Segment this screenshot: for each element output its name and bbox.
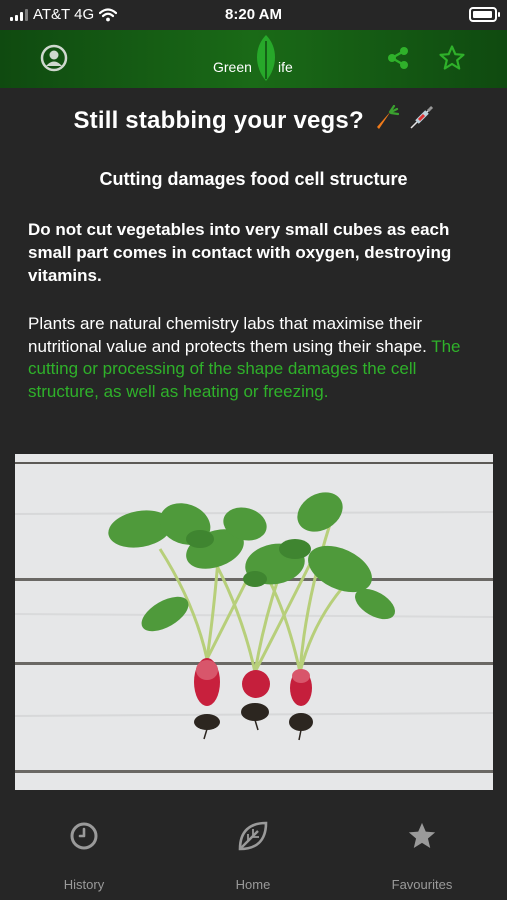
key-advice-paragraph: Do not cut vegetables into very small cu… [28,220,452,285]
user-icon [40,44,68,72]
star-outline-icon [439,45,465,70]
tab-home-label: Home [235,877,271,892]
carrot-emoji [376,104,399,129]
body-paragraph: Plants are natural chemistry labs that m… [28,313,481,403]
leaf-logo-icon [257,35,275,81]
body-text: Plants are natural chemistry labs that m… [28,314,427,356]
article-content: Still stabbing your vegs? Cutting damage… [0,88,507,403]
profile-button[interactable] [38,42,70,74]
tab-history[interactable]: History [14,792,154,900]
article-title: Still stabbing your vegs? [73,107,364,134]
article-title-row: Still stabbing your vegs? [0,104,507,135]
status-time: 8:20 AM [225,6,282,23]
app-header: Green ife [0,30,507,88]
logo-text-left: Green [213,59,252,75]
article-photo [15,454,493,790]
logo-text-right: ife [278,59,293,75]
radishes-image [15,454,493,790]
favourite-button[interactable] [436,42,468,74]
syringe-emoji [410,105,433,129]
app-logo: Green ife [200,33,310,85]
status-bar: AT&T 4G 8:20 AM [0,0,507,30]
clock-icon [70,822,98,850]
tab-history-label: History [63,877,105,892]
share-button[interactable] [382,42,414,74]
tab-bar: History Home Favourites [0,792,507,900]
battery-icon [469,7,500,22]
article-subtitle: Cutting damages food cell structure [99,169,408,189]
tab-favourites[interactable]: Favourites [352,792,492,900]
share-icon [388,47,408,69]
leaf-icon [238,821,268,851]
tab-home[interactable]: Home [183,792,323,900]
tab-favourites-label: Favourites [391,877,453,892]
star-icon [408,822,436,848]
